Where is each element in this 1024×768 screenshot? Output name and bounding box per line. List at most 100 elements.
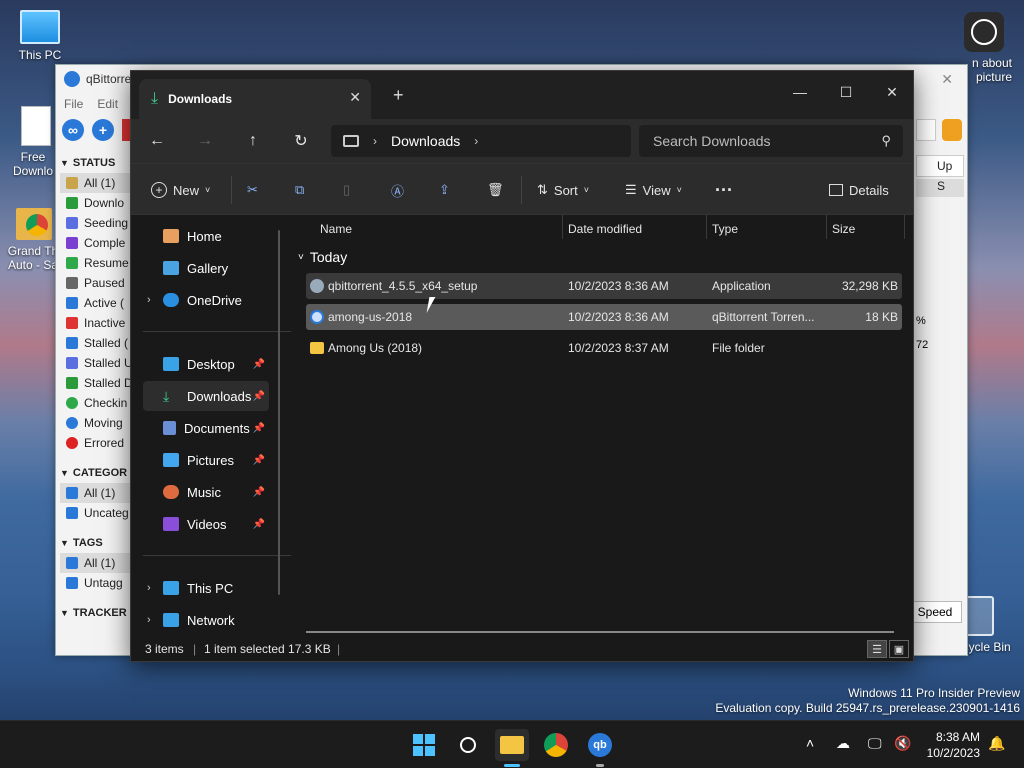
new-tab-button[interactable]: + [393,85,404,106]
column-up-speed[interactable]: Up S [916,155,964,193]
pin-icon[interactable]: 📌 [253,519,265,530]
column-date-modified[interactable]: Date modified [568,215,642,243]
status-all[interactable]: All (1) [60,173,140,193]
status-errored[interactable]: Errored [60,433,140,453]
pin-icon[interactable]: 📌 [253,359,265,370]
onedrive-cloud-icon[interactable]: ☁ [836,735,850,752]
status-inactive[interactable]: Inactive [60,313,140,333]
search-input[interactable]: Search Downloads ⚲ [639,125,903,157]
close-window-button[interactable]: ✕ [869,77,915,107]
status-completed[interactable]: Comple [60,233,140,253]
clock[interactable]: 8:38 AM 10/2/2023 [927,729,980,761]
tiles-view-button[interactable]: ▣ [889,640,909,658]
desktop-icon-this-pc[interactable]: This PC [12,10,68,62]
nav-videos[interactable]: Videos 📌 [143,509,269,539]
close-icon[interactable]: ✕ [941,71,953,88]
tag-all[interactable]: All (1) [60,553,140,573]
file-row[interactable]: qbittorrent_4.5.5_x64_setup 10/2/2023 8:… [306,273,902,299]
view-button[interactable]: ☰ View ˅ [625,178,682,202]
nav-this-pc[interactable]: › This PC [143,573,269,603]
group-header-today[interactable]: ˅ Today [298,249,347,265]
horizontal-scrollbar[interactable] [306,631,894,633]
maximize-button[interactable]: ☐ [823,77,869,107]
categories-section-header[interactable]: ▼ CATEGOR [60,463,140,483]
nav-documents[interactable]: Documents 📌 [143,413,269,443]
start-button[interactable] [407,729,441,761]
minimize-button[interactable]: — [777,77,823,107]
status-stalled-downloading[interactable]: Stalled D [60,373,140,393]
more-options-button[interactable]: ··· [715,178,733,202]
column-size[interactable]: Size [832,215,855,243]
share-button[interactable]: ⇪ [439,178,450,202]
delete-button[interactable]: 🗑 [487,178,504,202]
status-downloading[interactable]: Downlo [60,193,140,213]
chevron-right-icon[interactable]: › [147,614,151,626]
file-row[interactable]: Among Us (2018) 10/2/2023 8:37 AM File f… [306,335,902,361]
status-seeding[interactable]: Seeding [60,213,140,233]
nav-desktop[interactable]: Desktop 📌 [143,349,269,379]
lock-icon[interactable] [942,119,962,141]
status-moving[interactable]: Moving [60,413,140,433]
trackers-section-header[interactable]: ▼ TRACKER [60,603,140,623]
qbittorrent-taskbar-button[interactable]: qb [583,729,617,761]
up-button[interactable]: ↑ [239,129,267,153]
volume-muted-icon[interactable]: 🔇 [894,735,911,752]
chrome-taskbar-button[interactable] [539,729,573,761]
column-name[interactable]: Name [320,215,352,243]
nav-gallery[interactable]: Gallery [143,253,269,283]
paste-button[interactable]: ▯ [343,178,350,202]
file-explorer-taskbar-button[interactable] [495,729,529,761]
search-button[interactable] [451,729,485,761]
tags-section-header[interactable]: ▼ TAGS [60,533,140,553]
add-torrent-icon[interactable]: + [92,119,114,141]
chevron-right-icon[interactable]: › [373,134,377,148]
nav-scrollbar[interactable] [278,230,280,595]
details-button[interactable]: Details [829,178,889,202]
status-active[interactable]: Active ( [60,293,140,313]
search-field-edge[interactable] [916,119,936,141]
close-tab-icon[interactable]: ✕ [349,89,361,106]
status-resumed[interactable]: Resume [60,253,140,273]
status-section-header[interactable]: ▼ STATUS [60,153,140,173]
category-all[interactable]: All (1) [60,483,140,503]
file-explorer-window[interactable]: ⤓ Downloads ✕ + — ☐ ✕ ← → ↑ ↻ › Download… [130,70,914,662]
chevron-right-icon[interactable]: › [474,134,478,148]
breadcrumb-downloads[interactable]: Downloads [391,133,460,149]
back-button[interactable]: ← [143,129,171,153]
column-type[interactable]: Type [712,215,738,243]
file-row[interactable]: among-us-2018 10/2/2023 8:36 AM qBittorr… [306,304,902,330]
monitor-network-icon[interactable]: 🖵 [868,735,882,752]
chevron-up-icon[interactable]: ˄ [806,735,814,751]
status-checking[interactable]: Checkin [60,393,140,413]
details-view-button[interactable]: ☰ [867,640,887,658]
forward-button[interactable]: → [191,129,219,153]
category-uncategorized[interactable]: Uncateg [60,503,140,523]
tab-downloads[interactable]: ⤓ Downloads ✕ [139,79,371,119]
pin-icon[interactable]: 📌 [253,455,265,466]
nav-downloads[interactable]: ⤓ Downloads 📌 [143,381,269,411]
nav-network[interactable]: › Network [143,605,269,635]
status-stalled[interactable]: Stalled ( [60,333,140,353]
nav-pictures[interactable]: Pictures 📌 [143,445,269,475]
sort-button[interactable]: ⇅ Sort ˅ [537,178,589,202]
chevron-right-icon[interactable]: › [147,582,151,594]
rename-button[interactable]: Ⓐ [391,178,404,202]
pin-icon[interactable]: 📌 [253,391,265,402]
refresh-button[interactable]: ↻ [287,129,315,153]
address-bar[interactable]: › Downloads › [331,125,631,157]
menu-file[interactable]: File [64,97,83,111]
cut-button[interactable]: ✂ [247,178,258,202]
copy-button[interactable]: ⧉ [295,178,304,202]
menu-edit[interactable]: Edit [97,97,118,111]
nav-music[interactable]: Music 📌 [143,477,269,507]
new-button[interactable]: + New ˅ [151,178,210,202]
speed-button[interactable]: Speed [908,601,962,623]
nav-onedrive[interactable]: › OneDrive [143,285,269,315]
add-link-icon[interactable]: ∞ [62,119,84,141]
chevron-right-icon[interactable]: › [147,294,151,306]
pin-icon[interactable]: 📌 [253,487,265,498]
pin-icon[interactable]: 📌 [253,423,265,434]
tag-untagged[interactable]: Untagg [60,573,140,593]
status-paused[interactable]: Paused [60,273,140,293]
status-stalled-uploading[interactable]: Stalled U [60,353,140,373]
